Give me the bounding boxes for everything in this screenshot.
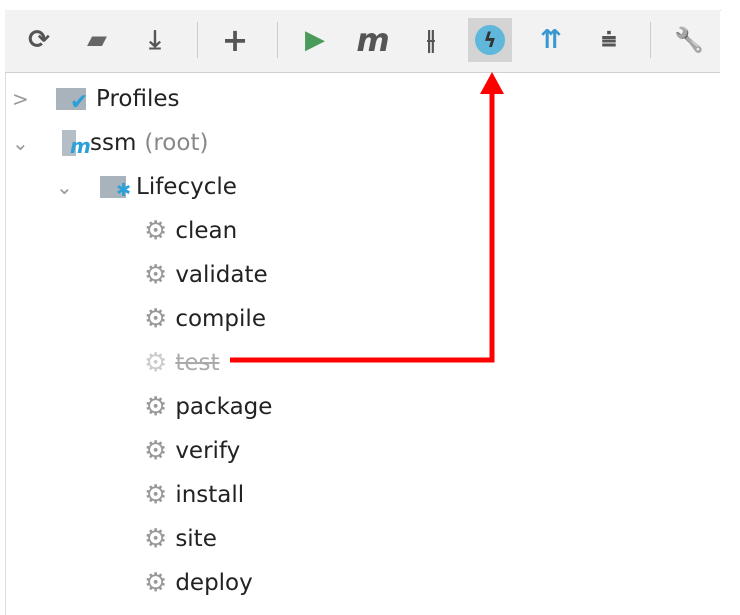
lifecycle-folder-icon: ✱ [100,172,132,202]
lifecycle-phase-clean[interactable]: ⚙ clean [144,211,237,251]
add-icon[interactable]: + [213,18,257,62]
phase-label: deploy [175,570,253,596]
chevron-down-icon[interactable]: ⌄ [12,131,42,155]
tree-label: Profiles [96,86,180,112]
phase-label: test [175,350,220,376]
lifecycle-phase-verify[interactable]: ⚙ verify [144,431,240,471]
execute-goal-icon[interactable]: m [351,18,395,62]
phase-label: site [175,526,217,552]
lifecycle-phase-test[interactable]: ⚙ test [144,343,219,383]
phase-label: validate [175,262,268,288]
show-dependencies-icon[interactable]: ⇈ [529,18,573,62]
lifecycle-phase-validate[interactable]: ⚙ validate [144,255,268,295]
tree-label: Lifecycle [136,174,237,200]
maven-toolbar: ⟳ ▰ ⤓ + ▶ m ⫲ ϟ ⇈ ⩧ 🔧 [5,10,720,73]
gear-icon: ⚙ [144,260,168,290]
gear-icon: ⚙ [144,436,168,466]
gear-icon: ⚙ [144,480,168,510]
phase-label: verify [175,438,241,464]
gear-icon: ⚙ [144,392,168,422]
tree-node-profiles[interactable]: > ✔ Profiles [12,79,180,119]
settings-wrench-icon[interactable]: 🔧 [667,18,711,62]
tree-node-project[interactable]: ⌄ m ssm (root) [12,123,208,163]
chevron-right-icon[interactable]: > [12,87,42,111]
project-name: ssm [90,130,137,156]
tree-node-lifecycle[interactable]: ⌄ ✱ Lifecycle [56,167,237,207]
lifecycle-phase-deploy[interactable]: ⚙ deploy [144,563,253,603]
generate-sources-icon[interactable]: ▰ [75,18,119,62]
separator [277,22,278,58]
phase-label: package [175,394,273,420]
project-suffix: (root) [144,130,209,156]
reimport-icon[interactable]: ⟳ [17,18,61,62]
separator [650,22,651,58]
toggle-offline-icon[interactable]: ⫲ [409,18,453,62]
maven-project-icon: m [56,128,91,158]
gear-icon: ⚙ [144,568,168,598]
gear-icon: ⚙ [144,216,168,246]
lifecycle-phase-install[interactable]: ⚙ install [144,475,244,515]
lifecycle-phase-compile[interactable]: ⚙ compile [144,299,266,339]
run-icon[interactable]: ▶ [293,18,337,62]
phase-label: clean [175,218,238,244]
lifecycle-phase-package[interactable]: ⚙ package [144,387,272,427]
skip-tests-icon[interactable]: ϟ [468,18,512,62]
download-icon[interactable]: ⤓ [133,18,177,62]
phase-label: install [175,482,245,508]
gear-icon: ⚙ [144,304,168,334]
collapse-all-icon[interactable]: ⩧ [587,18,631,62]
separator [197,22,198,58]
phase-label: compile [175,306,266,332]
lifecycle-phase-site[interactable]: ⚙ site [144,519,217,559]
profiles-folder-icon: ✔ [56,84,92,115]
chevron-down-icon[interactable]: ⌄ [56,175,86,199]
gear-icon: ⚙ [144,524,168,554]
gear-icon: ⚙ [144,348,168,378]
